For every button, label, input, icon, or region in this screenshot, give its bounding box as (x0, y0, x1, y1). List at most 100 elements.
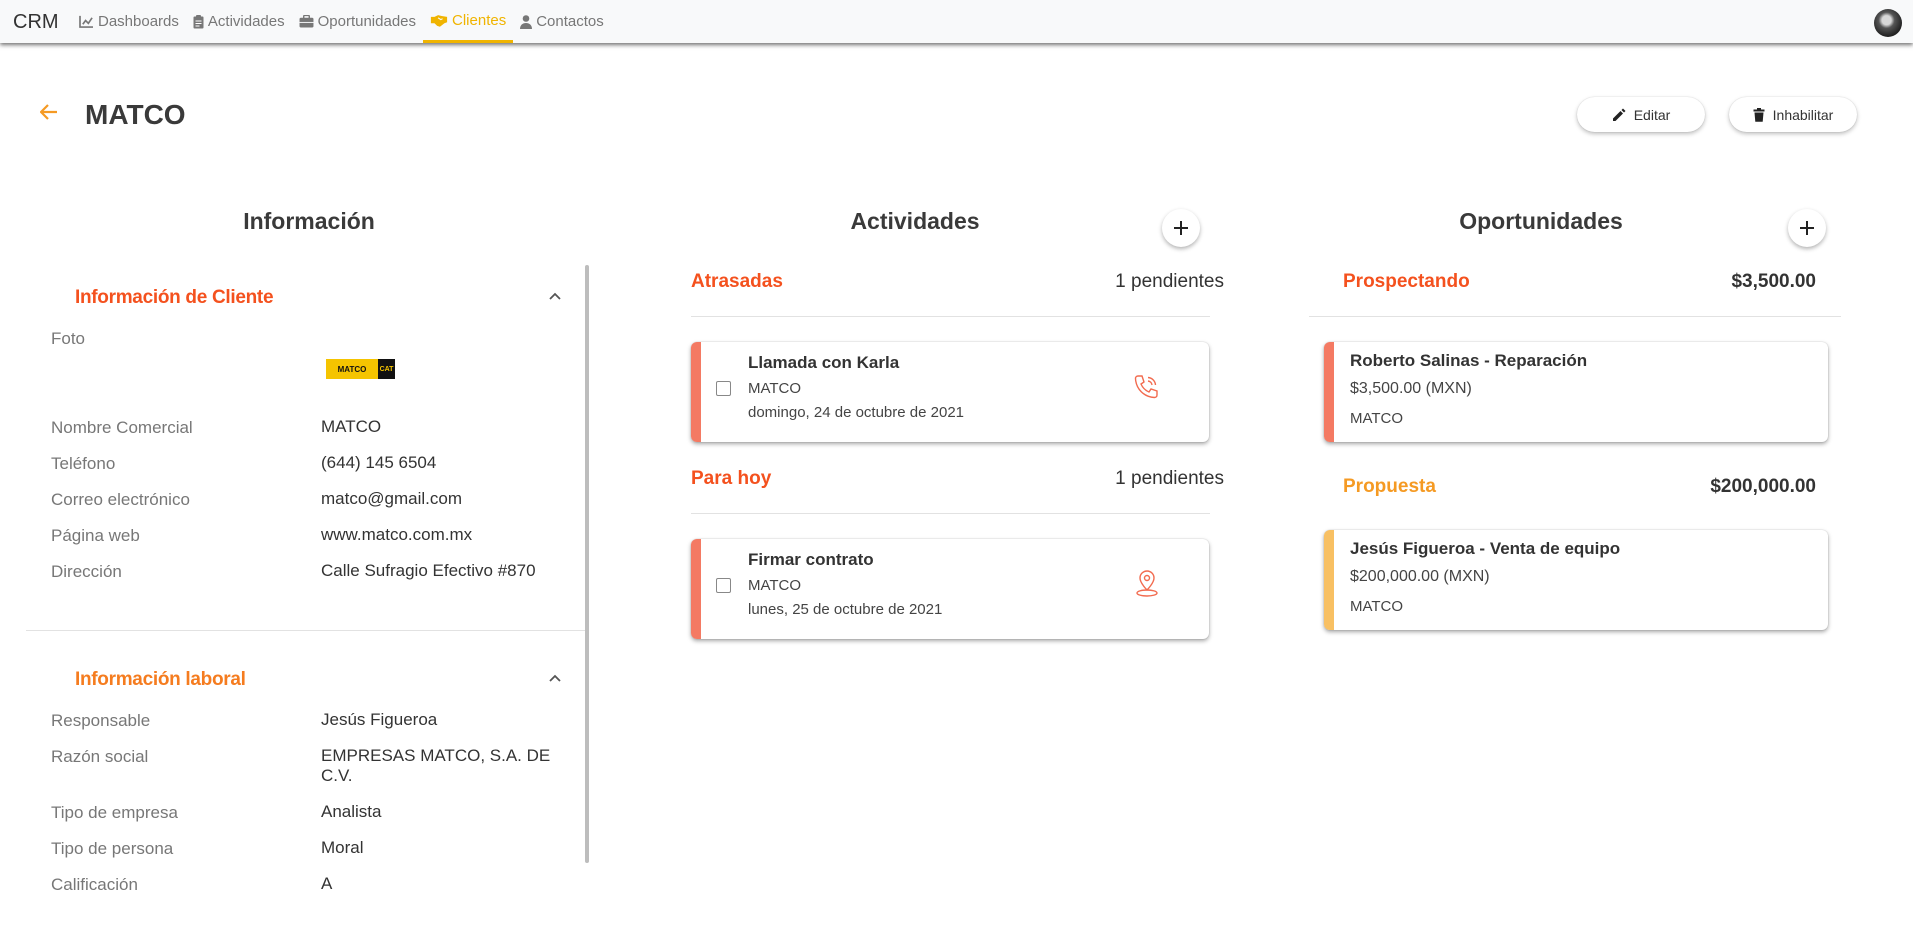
activity-company: MATCO (748, 577, 802, 594)
info-column-title: Información (243, 208, 375, 234)
field-value-person-type: Moral (321, 838, 364, 857)
page-title: MATCO (85, 99, 186, 130)
opportunity-card-stripe (1324, 530, 1334, 630)
activities-column-title: Actividades (850, 208, 980, 234)
field-value-phone: (644) 145 6504 (321, 453, 437, 472)
nav-label-oportunidades: Oportunidades (317, 13, 417, 30)
field-value-company-type: Analista (321, 802, 382, 821)
handshake-icon (430, 14, 448, 27)
edit-button-label: Editar (1633, 106, 1671, 123)
edit-button[interactable]: Editar (1577, 97, 1705, 132)
field-label: Dirección (51, 562, 122, 581)
main-nav: Dashboards Actividades Oportunidades Cli… (72, 0, 611, 43)
opportunity-group-title: Prospectando (1343, 271, 1470, 292)
add-activity-button[interactable] (1162, 209, 1200, 247)
briefcase-icon (299, 15, 314, 28)
opportunity-card[interactable]: Roberto Salinas - Reparación $3,500.00 (… (1324, 342, 1828, 442)
disable-button[interactable]: Inhabilitar (1729, 97, 1857, 132)
opportunity-title: Roberto Salinas - Reparación (1350, 351, 1588, 370)
nav-item-dashboards[interactable]: Dashboards (72, 0, 186, 43)
chevron-up-icon (549, 292, 561, 300)
company-logo-text: MATCO (326, 359, 378, 379)
opportunity-group-amount: $200,000.00 (1710, 476, 1816, 497)
nav-item-contactos[interactable]: Contactos (513, 0, 611, 43)
nav-item-oportunidades[interactable]: Oportunidades (292, 0, 423, 43)
plus-icon (1800, 221, 1814, 235)
activity-card-stripe (691, 539, 701, 639)
field-label: Tipo de persona (51, 839, 174, 858)
activity-type[interactable] (1133, 374, 1159, 405)
brand-logo[interactable]: CRM (13, 11, 59, 34)
activity-group-pending: 1 pendientes (1115, 271, 1224, 292)
activity-card-stripe (691, 342, 701, 442)
user-icon (520, 14, 533, 29)
field-label: Razón social (51, 747, 149, 766)
opportunity-amount: $3,500.00 (MXN) (1350, 380, 1472, 397)
trash-icon (1753, 107, 1765, 122)
activity-checkbox[interactable] (716, 578, 731, 593)
activity-card[interactable]: Llamada con Karla MATCO domingo, 24 de o… (691, 342, 1209, 442)
location-pin-icon (1136, 570, 1158, 597)
opportunity-amount: $200,000.00 (MXN) (1350, 568, 1490, 585)
top-navbar: CRM Dashboards Actividades Oportunidades… (0, 0, 1913, 43)
add-opportunity-button[interactable] (1788, 209, 1826, 247)
group-divider (691, 513, 1210, 514)
chevron-up-icon (549, 674, 561, 682)
field-label: Responsable (51, 711, 151, 730)
activity-group-title: Atrasadas (691, 271, 783, 292)
work-section-title: Información laboral (75, 669, 246, 690)
activity-type[interactable] (1135, 569, 1159, 602)
phone-icon (1134, 375, 1158, 399)
activity-title: Firmar contrato (748, 550, 874, 569)
opportunity-company: MATCO (1350, 598, 1404, 615)
activity-date: lunes, 25 de octubre de 2021 (748, 601, 943, 618)
nav-item-actividades[interactable]: Actividades (186, 0, 292, 43)
field-label: Correo electrónico (51, 490, 190, 509)
field-value-website: www.matco.com.mx (321, 525, 473, 544)
activity-group-title: Para hoy (691, 468, 772, 489)
field-label: Calificación (51, 875, 138, 894)
disable-button-label: Inhabilitar (1772, 106, 1834, 123)
activity-card[interactable]: Firmar contrato MATCO lunes, 25 de octub… (691, 539, 1209, 639)
arrow-left-icon (39, 104, 57, 120)
field-label: Teléfono (51, 454, 116, 473)
opportunity-title: Jesús Figueroa - Venta de equipo (1350, 539, 1621, 558)
field-label: Tipo de empresa (51, 803, 178, 822)
field-value-rating: A (321, 874, 333, 893)
nav-label-actividades: Actividades (207, 13, 285, 30)
field-value-email: matco@gmail.com (321, 489, 463, 508)
field-value-legal-name: EMPRESAS MATCO, S.A. DE C.V. (321, 746, 551, 785)
collapse-client-section-button[interactable] (549, 287, 561, 305)
clipboard-icon (193, 14, 204, 28)
plus-icon (1174, 221, 1188, 235)
opportunity-card-stripe (1324, 342, 1334, 442)
company-logo-badge: CAT (378, 359, 395, 379)
info-panel-scrollbar[interactable] (585, 265, 589, 863)
group-divider (1309, 316, 1841, 317)
photo-label: Foto (51, 329, 86, 348)
opportunity-company: MATCO (1350, 410, 1404, 427)
nav-label-clientes: Clientes (452, 11, 507, 29)
opportunities-column-title: Oportunidades (1459, 208, 1623, 234)
opportunity-group-amount: $3,500.00 (1731, 271, 1816, 292)
section-divider (26, 630, 585, 631)
activity-title: Llamada con Karla (748, 353, 900, 372)
company-logo: MATCO CAT (326, 359, 395, 379)
field-value-trade-name: MATCO (321, 417, 382, 436)
client-section-title: Información de Cliente (75, 287, 274, 308)
field-value-address: Calle Sufragio Efectivo #870 (321, 561, 536, 580)
activity-checkbox[interactable] (716, 381, 731, 396)
collapse-work-section-button[interactable] (549, 669, 561, 687)
group-divider (691, 316, 1210, 317)
nav-label-dashboards: Dashboards (98, 13, 179, 30)
back-button[interactable] (39, 104, 58, 125)
activity-group-pending: 1 pendientes (1115, 468, 1224, 489)
field-label: Página web (51, 526, 140, 545)
nav-item-clientes[interactable]: Clientes (423, 0, 514, 43)
pencil-icon (1612, 108, 1626, 121)
user-avatar[interactable] (1874, 9, 1902, 37)
field-value-responsible: Jesús Figueroa (321, 710, 438, 729)
opportunity-group-title: Propuesta (1343, 476, 1436, 497)
field-label: Nombre Comercial (51, 418, 193, 437)
opportunity-card[interactable]: Jesús Figueroa - Venta de equipo $200,00… (1324, 530, 1828, 630)
